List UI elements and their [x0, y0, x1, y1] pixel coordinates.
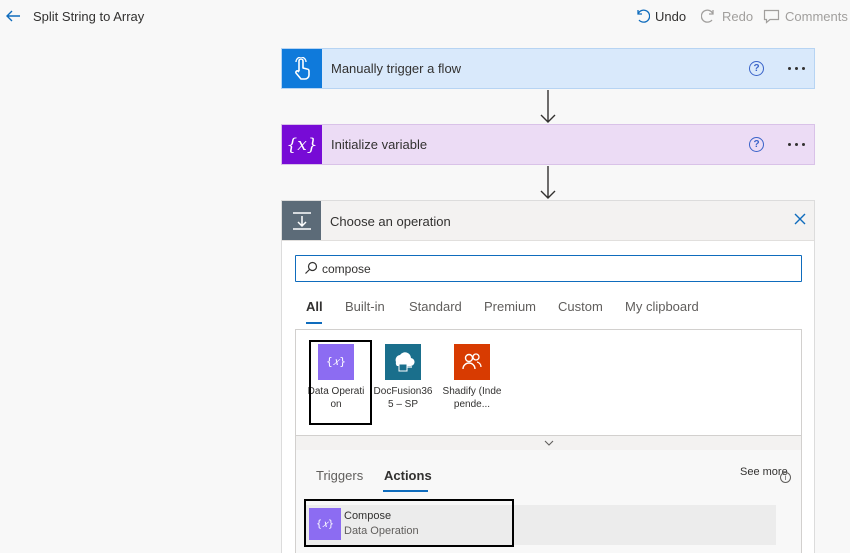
expand-connectors-button[interactable]: [295, 435, 802, 451]
redo-button[interactable]: Redo: [701, 7, 753, 25]
more-options-icon[interactable]: [785, 58, 807, 78]
search-input-box[interactable]: [295, 255, 802, 282]
back-arrow-icon[interactable]: [4, 7, 22, 25]
active-tab-indicator: [306, 322, 322, 324]
comments-label: Comments: [785, 8, 848, 24]
arrow-down-icon: [540, 166, 556, 199]
highlight-box: [309, 340, 372, 425]
step-title: Initialize variable: [331, 137, 428, 152]
help-icon[interactable]: ?: [749, 137, 764, 152]
trigger-step-card[interactable]: Manually trigger a flow ?: [281, 48, 815, 89]
more-options-icon[interactable]: [785, 134, 807, 154]
chevron-down-icon: [544, 440, 553, 446]
connector-label: Shadify (Independe...: [442, 386, 502, 410]
highlight-box: [304, 499, 514, 547]
tab-premium[interactable]: Premium: [484, 299, 536, 314]
docfusion-icon: [385, 344, 421, 380]
tab-my-clipboard[interactable]: My clipboard: [625, 299, 699, 314]
connector-list: {𝑥} Data Operation DocFusion365 – SP Sha…: [295, 329, 802, 451]
comments-button[interactable]: Comments: [763, 7, 848, 25]
search-input[interactable]: [322, 260, 792, 277]
close-icon[interactable]: [792, 211, 808, 227]
hand-touch-icon: [282, 49, 322, 88]
connector-shadify[interactable]: Shadify (Independe...: [441, 330, 503, 411]
arrow-down-icon: [540, 90, 556, 123]
redo-label: Redo: [722, 8, 754, 24]
redo-icon: [701, 9, 714, 23]
tab-custom[interactable]: Custom: [558, 299, 603, 314]
undo-label: Undo: [655, 8, 687, 24]
initialize-variable-step-card[interactable]: {x} Initialize variable ?: [281, 124, 815, 165]
top-bar: Split String to Array Undo Redo Comments: [0, 0, 850, 32]
subtab-triggers[interactable]: Triggers: [316, 468, 363, 483]
choose-operation-header: Choose an operation: [282, 201, 814, 241]
tab-built-in[interactable]: Built-in: [345, 299, 385, 314]
triggers-actions-panel: Triggers Actions See more {𝑥} Compose Da…: [295, 450, 802, 553]
choose-operation-title: Choose an operation: [330, 214, 451, 229]
connector-label: DocFusion365 – SP: [373, 386, 433, 410]
step-title: Manually trigger a flow: [331, 61, 462, 76]
info-icon[interactable]: i: [780, 472, 791, 483]
connector-docfusion365[interactable]: DocFusion365 – SP: [372, 330, 434, 411]
flow-title: Split String to Array: [33, 9, 145, 24]
shadify-icon: [454, 344, 490, 380]
active-subtab-indicator: [383, 490, 428, 492]
variable-icon: {x}: [282, 125, 322, 164]
subtab-actions[interactable]: Actions: [384, 468, 432, 483]
comment-icon: [763, 9, 780, 24]
help-icon[interactable]: ?: [749, 61, 764, 76]
undo-button[interactable]: Undo: [634, 7, 686, 25]
choose-operation-panel: Choose an operation All Built-in Standar…: [281, 200, 815, 553]
undo-icon: [637, 9, 650, 23]
search-icon: [305, 261, 318, 274]
tab-standard[interactable]: Standard: [409, 299, 462, 314]
operation-icon: [282, 201, 321, 240]
tab-all[interactable]: All: [306, 299, 323, 314]
